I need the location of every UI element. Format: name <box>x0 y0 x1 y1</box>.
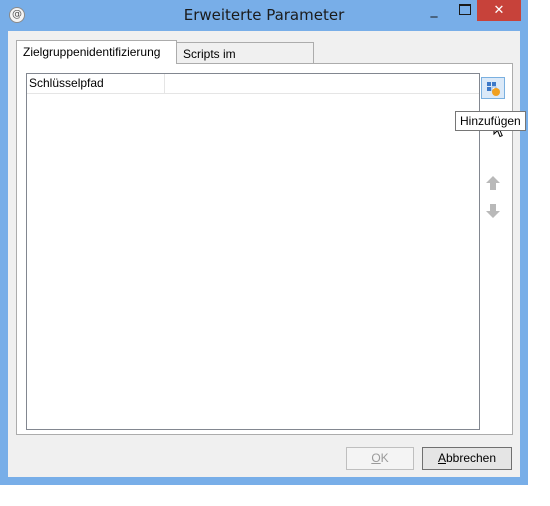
move-down-button[interactable] <box>484 202 502 220</box>
minimize-button[interactable]: _ <box>420 0 448 21</box>
tab-panel: Schlüsselpfad <box>16 63 513 435</box>
maximize-button[interactable] <box>452 0 478 21</box>
add-item-icon <box>487 82 500 96</box>
dialog-client-area: Zielgruppenidentifizierung Scripts im Ei… <box>8 31 520 477</box>
tab-zielgruppenidentifizierung[interactable]: Zielgruppenidentifizierung <box>16 40 177 64</box>
dialog-window: @ Erweiterte Parameter _ ✕ Zielgruppenid… <box>0 0 528 485</box>
maximize-icon <box>459 4 471 15</box>
ok-button[interactable]: OK <box>346 447 414 470</box>
close-button[interactable]: ✕ <box>477 0 521 21</box>
tab-scripts-einzelmodus[interactable]: Scripts im Einzelmodus <box>176 42 314 83</box>
minimize-icon: _ <box>430 2 438 18</box>
tooltip-hinzufuegen: Hinzufügen <box>455 111 526 131</box>
move-up-button[interactable] <box>484 174 502 192</box>
close-icon: ✕ <box>493 3 505 18</box>
add-button[interactable] <box>481 77 505 99</box>
title-bar[interactable]: @ Erweiterte Parameter _ ✕ <box>0 0 528 32</box>
cancel-button[interactable]: Abbrechen <box>422 447 512 470</box>
window-title: Erweiterte Parameter <box>183 6 345 24</box>
key-path-list[interactable]: Schlüsselpfad <box>26 73 480 430</box>
list-column-header: Schlüsselpfad <box>27 74 479 94</box>
column-header-schluesselpfad[interactable]: Schlüsselpfad <box>27 74 165 93</box>
